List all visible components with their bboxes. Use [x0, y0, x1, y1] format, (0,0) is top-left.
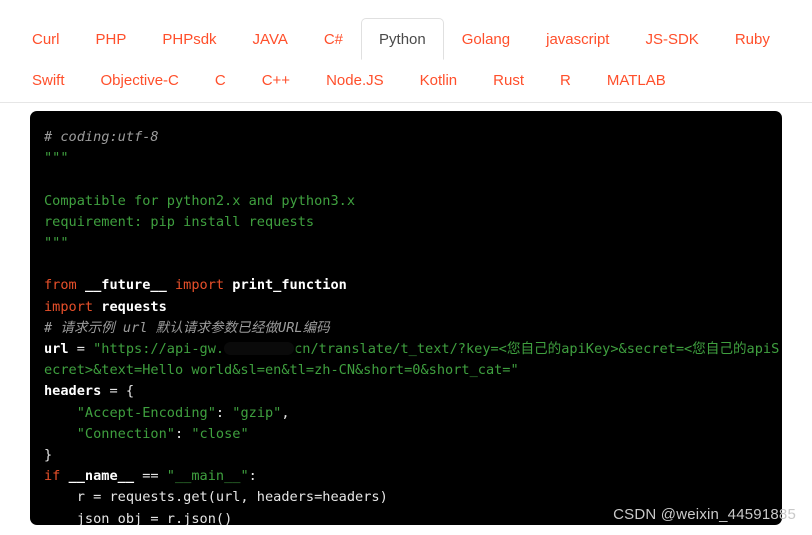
redacted-domain-bar [224, 341, 295, 355]
tab-php[interactable]: PHP [78, 18, 145, 60]
tab-curl[interactable]: Curl [14, 18, 78, 60]
language-tab-bar: Curl PHP PHPsdk JAVA C# Python Golang javascrip… [0, 0, 812, 100]
tab-matlab[interactable]: MATLAB [589, 65, 684, 95]
tab-node-js[interactable]: Node.JS [308, 65, 402, 95]
tab-bar-divider [0, 102, 812, 103]
tab-js-sdk[interactable]: JS-SDK [627, 18, 716, 60]
tab-python[interactable]: Python [361, 18, 444, 60]
tab-c-[interactable]: C++ [244, 65, 308, 95]
tab-r[interactable]: R [542, 65, 589, 95]
tab-phpsdk[interactable]: PHPsdk [144, 18, 234, 60]
python-code-block: # coding:utf-8 """ Compatible for python… [44, 129, 780, 525]
code-scroll-area[interactable]: # coding:utf-8 """ Compatible for python… [30, 111, 782, 525]
code-sample-panel[interactable]: # coding:utf-8 """ Compatible for python… [30, 111, 782, 525]
tab-java[interactable]: JAVA [235, 18, 306, 60]
tab-c[interactable]: C [197, 65, 244, 95]
tab-c-[interactable]: C# [306, 18, 361, 60]
tab-row-primary: Curl PHP PHPsdk JAVA C# Python Golang javascrip… [0, 16, 812, 60]
tab-rust[interactable]: Rust [475, 65, 542, 95]
tab-objective-c[interactable]: Objective-C [83, 65, 197, 95]
tab-swift[interactable]: Swift [14, 65, 83, 95]
tab-javascript[interactable]: javascript [528, 18, 627, 60]
tab-kotlin[interactable]: Kotlin [402, 65, 476, 95]
tab-golang[interactable]: Golang [444, 18, 528, 60]
tab-row-secondary: Swift Objective-C C C++ Node.JS Kotlin Rust R MA… [0, 60, 812, 100]
tab-ruby[interactable]: Ruby [717, 18, 788, 60]
